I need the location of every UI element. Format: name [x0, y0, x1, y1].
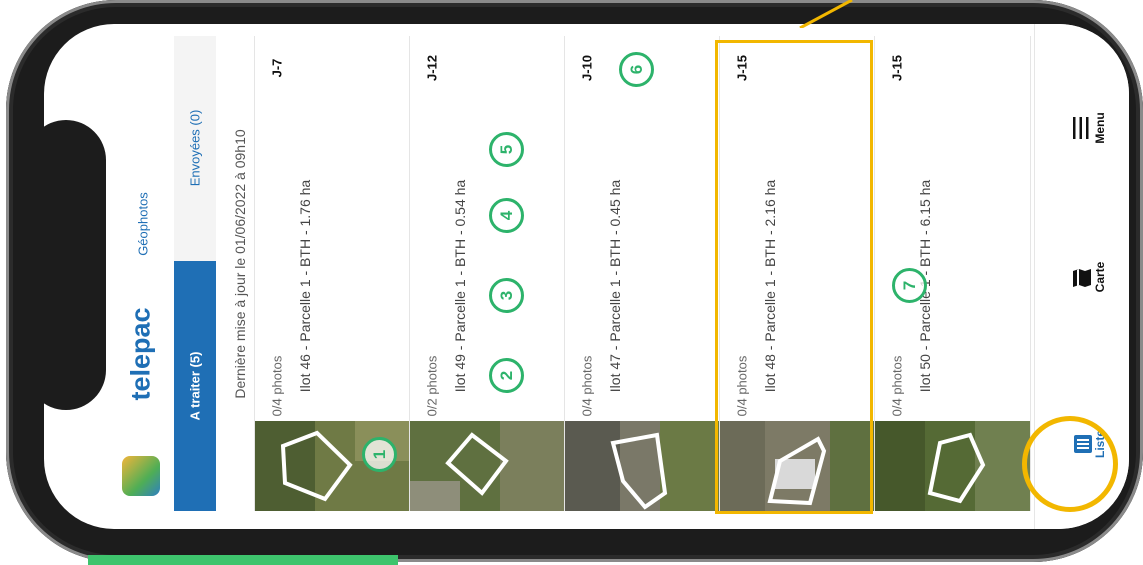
- phone-frame: telepac Géophotos Envoyées (0) A traiter…: [6, 0, 1143, 562]
- nav-map[interactable]: Carte: [1035, 219, 1129, 339]
- due-days: J-15: [889, 54, 905, 82]
- annotation-marker: 2: [489, 358, 524, 393]
- parcel-card[interactable]: 0/4 photos Ilot 47 - Parcelle 1 - BTH - …: [564, 36, 721, 511]
- parcel-card[interactable]: 0/2 photos Ilot 49 - Parcelle 1 - BTH - …: [409, 36, 566, 511]
- green-strip: [88, 555, 398, 565]
- annotation-marker: 5: [489, 132, 524, 167]
- highlight-circle: [1022, 416, 1118, 512]
- due-days: J-7: [269, 58, 285, 78]
- telepac-logo-icon: [122, 456, 160, 496]
- annotation-marker: 1: [362, 437, 397, 472]
- annotation-marker: 4: [489, 198, 524, 233]
- map-icon: [1073, 269, 1091, 287]
- nav-menu[interactable]: Menu: [1035, 44, 1129, 164]
- brand-name: telepac: [125, 307, 156, 401]
- parcel-thumbnail: [875, 421, 1030, 511]
- hamburger-icon: [1073, 117, 1089, 139]
- parcel-thumbnail: [565, 421, 720, 511]
- tab-sent[interactable]: Envoyées (0): [174, 36, 216, 261]
- parcel-label: Ilot 46 - Parcelle 1 - BTH - 1.76 ha: [297, 179, 313, 393]
- annotation-marker: 3: [489, 278, 524, 313]
- nav-menu-label: Menu: [1093, 112, 1107, 144]
- tab-sent-label: Envoyées (0): [187, 109, 203, 187]
- phone-notch: [26, 120, 106, 410]
- photo-count: 0/4 photos: [889, 355, 905, 417]
- parcel-label: Ilot 47 - Parcelle 1 - BTH - 0.45 ha: [607, 179, 623, 393]
- parcel-label: Ilot 49 - Parcelle 1 - BTH - 0.54 ha: [452, 179, 468, 393]
- parcel-thumbnail: [410, 421, 565, 511]
- photo-count: 0/4 photos: [579, 355, 595, 417]
- callout-line: [799, 0, 853, 28]
- highlight-box: [715, 40, 873, 514]
- app-screen: telepac Géophotos Envoyées (0) A traiter…: [44, 24, 1129, 529]
- last-update-text: Dernière mise à jour le 01/06/2022 à 09h…: [232, 129, 248, 399]
- photo-count: 0/2 photos: [424, 355, 440, 417]
- annotation-marker: 6: [619, 52, 654, 87]
- module-name: Géophotos: [135, 192, 151, 256]
- app-header: telepac Géophotos: [102, 24, 180, 529]
- tab-bar: Envoyées (0) A traiter (5): [174, 36, 216, 511]
- photo-count: 0/4 photos: [269, 355, 285, 417]
- nav-map-label: Carte: [1093, 261, 1107, 293]
- tab-to-process-label: A traiter (5): [187, 351, 203, 421]
- due-days: J-12: [424, 54, 440, 82]
- annotation-marker: 7: [892, 268, 927, 303]
- tab-to-process[interactable]: A traiter (5): [174, 261, 216, 511]
- due-days: J-10: [579, 54, 595, 82]
